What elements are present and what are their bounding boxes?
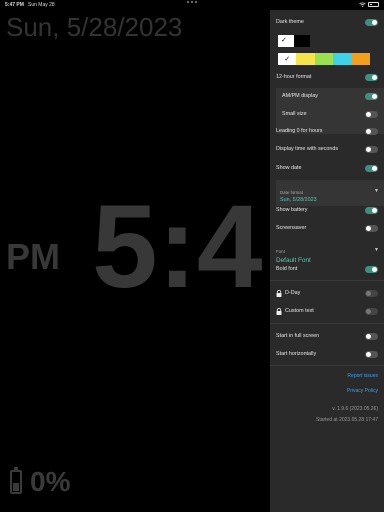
hour12-label: 12-hour format: [276, 74, 312, 80]
custom-text-row[interactable]: Custom text: [276, 305, 378, 317]
show-battery-label: Show battery: [276, 207, 308, 213]
foreground-color-picker: ✓: [278, 53, 370, 65]
ampm-display-label: AM/PM display: [282, 93, 318, 99]
dday-toggle[interactable]: [365, 289, 378, 297]
show-date-toggle[interactable]: [365, 164, 378, 172]
check-icon: ✓: [284, 56, 291, 63]
dday-label: D-Day: [285, 290, 301, 296]
lock-icon: [276, 307, 282, 315]
fg-color-swatch-white[interactable]: ✓: [278, 53, 297, 65]
start-fullscreen-label: Start in full screen: [276, 333, 320, 339]
fg-color-swatch-yellow[interactable]: [296, 53, 315, 65]
dark-theme-row[interactable]: Dark theme: [276, 16, 378, 28]
small-size-toggle[interactable]: [365, 110, 378, 118]
fg-color-swatch-cyan[interactable]: [333, 53, 352, 65]
leading-zero-toggle[interactable]: [365, 127, 378, 135]
small-size-label: Small size: [282, 111, 307, 117]
show-date-label: Show date: [276, 165, 302, 171]
leading-zero-label: Leading 0 for hours: [276, 128, 323, 134]
status-time: 5:47 PM: [5, 2, 24, 8]
bg-color-swatch-black[interactable]: [294, 35, 310, 47]
date-format-caret-icon[interactable]: ▼: [374, 188, 379, 194]
start-fullscreen-row[interactable]: Start in full screen: [276, 330, 378, 342]
display-seconds-toggle[interactable]: [365, 145, 378, 153]
font-label: Font: [276, 249, 285, 254]
font-caret-icon[interactable]: ▼: [374, 247, 379, 253]
settings-panel: Dark theme ✓ ✓ 12-hour format AM/PM disp…: [270, 10, 384, 512]
dday-row[interactable]: D-Day: [276, 287, 378, 299]
date-format-value[interactable]: Sun, 5/28/2023: [280, 197, 317, 203]
status-date: Sun May 28: [28, 2, 55, 8]
bold-font-label: Bold font: [276, 266, 298, 272]
hour12-row[interactable]: 12-hour format: [276, 71, 378, 83]
multitasking-dots-icon[interactable]: [187, 1, 199, 5]
report-issues-link[interactable]: Report issues: [347, 373, 378, 379]
show-date-row[interactable]: Show date: [276, 162, 378, 174]
divider: [270, 323, 384, 324]
ampm-display-row[interactable]: AM/PM display: [282, 90, 378, 102]
screensaver-row[interactable]: Screensaver: [276, 222, 378, 234]
ampm-display-toggle[interactable]: [365, 92, 378, 100]
show-battery-toggle[interactable]: [365, 206, 378, 214]
privacy-policy-link[interactable]: Privacy Policy: [347, 388, 378, 394]
started-at-text: Started at 2023.05.28 17:47: [316, 417, 378, 423]
bold-font-toggle[interactable]: [365, 265, 378, 273]
version-text: v. 1.9.6 (2023.05.26): [332, 406, 378, 412]
status-bar: 5:47 PM Sun May 28: [0, 0, 384, 10]
wifi-icon: [359, 2, 366, 7]
dark-theme-label: Dark theme: [276, 19, 304, 25]
clock-date: Sun, 5/28/2023: [6, 12, 183, 42]
screensaver-toggle[interactable]: [365, 224, 378, 232]
divider: [270, 365, 384, 366]
start-horizontal-row[interactable]: Start horizontally: [276, 348, 378, 360]
fg-color-swatch-orange[interactable]: [351, 53, 370, 65]
clock-ampm: PM: [6, 236, 60, 277]
display-seconds-row[interactable]: Display time with seconds: [276, 143, 378, 155]
bg-check-icon: ✓: [281, 37, 287, 44]
dark-theme-toggle[interactable]: [365, 18, 378, 26]
show-battery-row[interactable]: Show battery: [276, 204, 378, 216]
small-size-row[interactable]: Small size: [282, 108, 378, 120]
custom-text-toggle[interactable]: [365, 307, 378, 315]
display-seconds-label: Display time with seconds: [276, 146, 339, 152]
battery-icon: [10, 467, 22, 494]
hour12-toggle[interactable]: [365, 73, 378, 81]
bold-font-row[interactable]: Bold font: [276, 263, 378, 275]
start-horizontal-toggle[interactable]: [365, 350, 378, 358]
clock-time: 5:4: [92, 181, 263, 313]
start-fullscreen-toggle[interactable]: [365, 332, 378, 340]
divider: [270, 280, 384, 281]
screensaver-label: Screensaver: [276, 225, 307, 231]
start-horizontal-label: Start horizontally: [276, 351, 317, 357]
date-format-label: Date format: [280, 190, 303, 195]
custom-text-label: Custom text: [285, 308, 314, 314]
lock-icon: [276, 289, 282, 297]
battery-percent: 0%: [30, 466, 71, 497]
status-battery-icon: [368, 2, 379, 7]
fg-color-swatch-green[interactable]: [314, 53, 334, 65]
clock-battery: 0%: [10, 466, 70, 498]
leading-zero-row[interactable]: Leading 0 for hours: [276, 125, 378, 137]
